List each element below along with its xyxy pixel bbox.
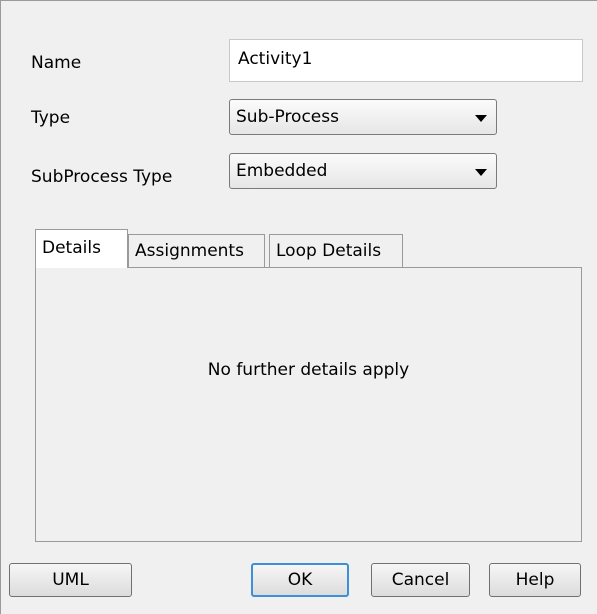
subprocess-type-dropdown[interactable]: Embedded xyxy=(229,153,497,189)
chevron-down-icon xyxy=(475,169,487,176)
activity-properties-dialog: Name Activity1 Type Sub-Process SubProce… xyxy=(0,0,597,614)
tab-loop-details[interactable]: Loop Details xyxy=(269,234,403,267)
name-input[interactable]: Activity1 xyxy=(229,39,583,82)
name-label: Name xyxy=(31,53,82,73)
type-label: Type xyxy=(31,108,71,128)
name-input-value: Activity1 xyxy=(238,49,313,69)
help-button[interactable]: Help xyxy=(489,563,581,597)
chevron-down-icon xyxy=(475,115,487,122)
cancel-button[interactable]: Cancel xyxy=(371,563,470,597)
tab-details-label: Details xyxy=(42,238,101,258)
type-dropdown-value: Sub-Process xyxy=(236,107,339,127)
type-dropdown[interactable]: Sub-Process xyxy=(229,99,497,135)
tab-details[interactable]: Details xyxy=(35,229,128,268)
uml-button[interactable]: UML xyxy=(9,563,132,597)
details-panel: No further details apply xyxy=(35,267,582,542)
details-message: No further details apply xyxy=(207,360,410,380)
ok-button[interactable]: OK xyxy=(251,563,349,597)
tab-assignments-label: Assignments xyxy=(135,241,244,261)
tab-assignments[interactable]: Assignments xyxy=(128,234,265,267)
subprocess-type-dropdown-value: Embedded xyxy=(236,161,328,181)
tab-loop-details-label: Loop Details xyxy=(276,241,382,261)
subprocess-type-label: SubProcess Type xyxy=(31,167,173,187)
